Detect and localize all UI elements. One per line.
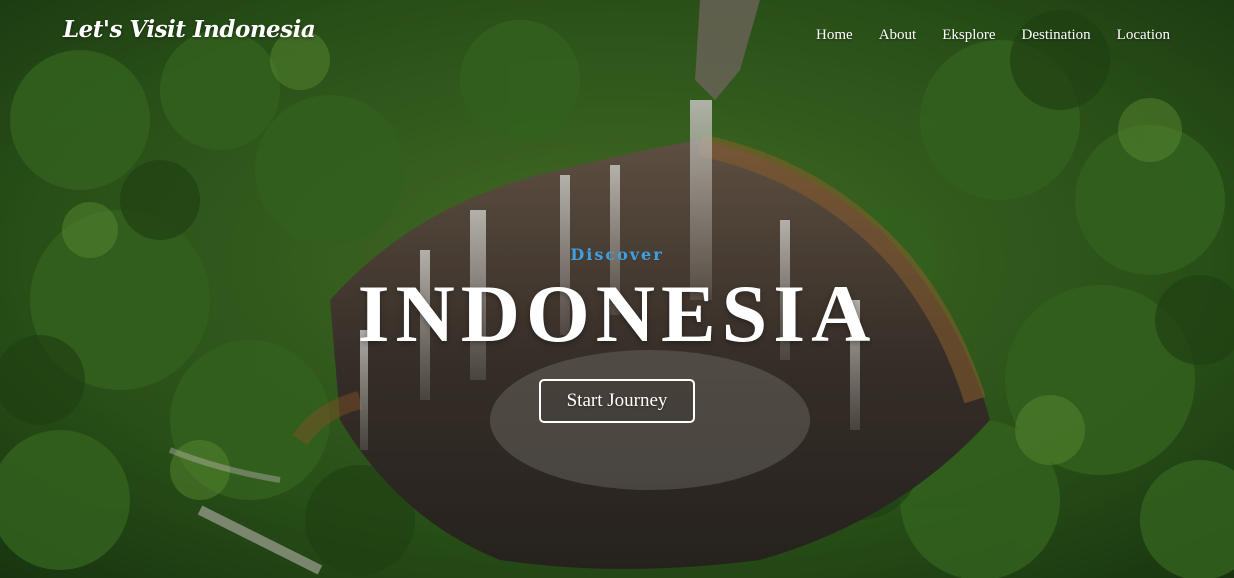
- nav-link-destination[interactable]: Destination: [1022, 27, 1091, 43]
- hero-content: Discover INDONESIA Start Journey: [0, 245, 1234, 423]
- brand-logo[interactable]: Let's Visit Indonesia: [63, 16, 316, 43]
- hero-eyebrow: Discover: [570, 245, 664, 264]
- hero-title: INDONESIA: [357, 268, 877, 359]
- hero-section: Let's Visit Indonesia Home About Eksplor…: [0, 0, 1234, 578]
- start-journey-button[interactable]: Start Journey: [538, 379, 696, 423]
- main-nav: Home About Eksplore Destination Location: [816, 24, 1170, 44]
- nav-link-home[interactable]: Home: [816, 27, 853, 43]
- nav-link-about[interactable]: About: [879, 27, 917, 43]
- nav-link-location[interactable]: Location: [1117, 27, 1170, 43]
- nav-item-eksplore: Eksplore: [942, 24, 995, 44]
- nav-link-eksplore[interactable]: Eksplore: [942, 27, 995, 43]
- nav-item-about: About: [879, 24, 917, 44]
- nav-item-home: Home: [816, 24, 853, 44]
- nav-item-destination: Destination: [1022, 24, 1091, 44]
- nav-item-location: Location: [1117, 24, 1170, 44]
